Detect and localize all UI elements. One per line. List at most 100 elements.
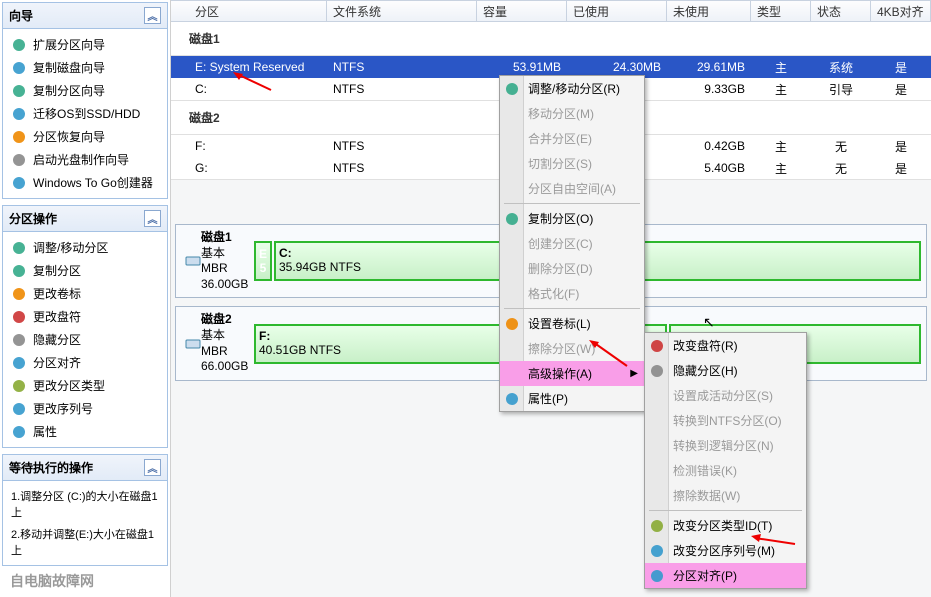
menu-item[interactable]: 分区对齐(P) [645, 563, 806, 588]
copy-disk-icon [11, 60, 27, 76]
partops-panel-header[interactable]: 分区操作 ︽ [3, 206, 167, 232]
context-menu: 调整/移动分区(R)移动分区(M)合并分区(E)切割分区(S)分区自由空间(A)… [499, 75, 645, 412]
sidebar-item-label: 属性 [33, 423, 57, 440]
col-status[interactable]: 状态 [811, 1, 871, 21]
align-icon [649, 568, 665, 584]
disk1-size: 36.00GB [201, 277, 248, 293]
wizard-panel-header[interactable]: 向导 ︽ [3, 3, 167, 29]
sidebar-item-label: 复制分区 [33, 262, 81, 279]
col-fs[interactable]: 文件系统 [327, 1, 477, 21]
pending-panel-header[interactable]: 等待执行的操作 ︽ [3, 455, 167, 481]
sidebar-item[interactable]: 隐藏分区 [5, 328, 165, 351]
sidebar-item[interactable]: 启动光盘制作向导 [5, 148, 165, 171]
letter-icon [649, 338, 665, 354]
cell-type: 主 [751, 160, 811, 177]
hide-icon [649, 363, 665, 379]
segment-e[interactable]: E 5 [254, 241, 272, 281]
align-icon [11, 355, 27, 371]
label-icon [11, 286, 27, 302]
menu-item[interactable]: 改变分区序列号(M) [645, 538, 806, 563]
prop-icon [11, 424, 27, 440]
main-area: 分区 文件系统 容量 已使用 未使用 类型 状态 4KB对齐 磁盘1 E: Sy… [171, 0, 931, 597]
pending-panel: 等待执行的操作 ︽ 1.调整分区 (C:)的大小在磁盘1上2.移动并调整(E:)… [2, 454, 168, 566]
sidebar-item[interactable]: 更改卷标 [5, 282, 165, 305]
sidebar-item-label: 更改序列号 [33, 400, 93, 417]
sidebar: 向导 ︽ 扩展分区向导 复制磁盘向导 复制分区向导 迁移OS到SSD/HDD 分… [0, 0, 171, 597]
menu-item-label: 擦除数据(W) [673, 487, 740, 504]
sidebar-item[interactable]: 复制分区向导 [5, 79, 165, 102]
cell-fs: NTFS [327, 161, 477, 175]
menu-item-label: 设置成活动分区(S) [673, 387, 773, 404]
menu-item[interactable]: 改变分区类型ID(T) [645, 513, 806, 538]
menu-item-label: 复制分区(O) [528, 210, 593, 227]
sidebar-item[interactable]: 迁移OS到SSD/HDD [5, 102, 165, 125]
submenu-arrow-icon: ▶ [630, 368, 638, 379]
menu-item-label: 属性(P) [528, 390, 568, 407]
menu-item-label: 格式化(F) [528, 285, 579, 302]
menu-item-label: 删除分区(D) [528, 260, 593, 277]
menu-item[interactable]: 高级操作(A)▶ [500, 361, 644, 386]
sidebar-item[interactable]: 复制分区 [5, 259, 165, 282]
sidebar-item-label: 分区恢复向导 [33, 128, 105, 145]
cell-status: 引导 [811, 81, 871, 98]
menu-item[interactable]: 隐藏分区(H) [645, 358, 806, 383]
type-icon [649, 518, 665, 534]
migrate-icon [11, 106, 27, 122]
menu-item: 切割分区(S) [500, 151, 644, 176]
sidebar-item[interactable]: Windows To Go创建器 [5, 171, 165, 194]
cell-used: 24.30MB [567, 60, 667, 74]
col-used[interactable]: 已使用 [567, 1, 667, 21]
menu-item-label: 设置卷标(L) [528, 315, 591, 332]
sidebar-item-label: 复制分区向导 [33, 82, 105, 99]
menu-item[interactable]: 属性(P) [500, 386, 644, 411]
menu-item: 移动分区(M) [500, 101, 644, 126]
disk-icon [185, 253, 201, 269]
pending-item: 1.调整分区 (C:)的大小在磁盘1上 [5, 485, 165, 523]
sidebar-item-label: 复制磁盘向导 [33, 59, 105, 76]
serial-icon [649, 543, 665, 559]
sidebar-item-label: 更改卷标 [33, 285, 81, 302]
sidebar-item[interactable]: 复制磁盘向导 [5, 56, 165, 79]
col-align[interactable]: 4KB对齐 [871, 1, 931, 21]
menu-separator [504, 203, 640, 204]
sidebar-item[interactable]: 更改分区类型 [5, 374, 165, 397]
col-partition[interactable]: 分区 [171, 1, 327, 21]
menu-item[interactable]: 复制分区(O) [500, 206, 644, 231]
col-type[interactable]: 类型 [751, 1, 811, 21]
menu-item[interactable]: 改变盘符(R) [645, 333, 806, 358]
sidebar-item-label: 隐藏分区 [33, 331, 81, 348]
disk1-name: 磁盘1 [201, 230, 248, 246]
menu-item[interactable]: 调整/移动分区(R) [500, 76, 644, 101]
type-icon [11, 378, 27, 394]
cell-cap: 53.91MB [477, 60, 567, 74]
cell-fs: NTFS [327, 60, 477, 74]
sidebar-item[interactable]: 扩展分区向导 [5, 33, 165, 56]
sidebar-item[interactable]: 调整/移动分区 [5, 236, 165, 259]
sidebar-item[interactable]: 更改盘符 [5, 305, 165, 328]
disk2-size: 66.00GB [201, 359, 248, 375]
sidebar-item[interactable]: 属性 [5, 420, 165, 443]
col-free[interactable]: 未使用 [667, 1, 751, 21]
sidebar-item[interactable]: 分区对齐 [5, 351, 165, 374]
table-header: 分区 文件系统 容量 已使用 未使用 类型 状态 4KB对齐 [171, 0, 931, 22]
sidebar-item-label: 更改分区类型 [33, 377, 105, 394]
menu-item: 设置成活动分区(S) [645, 383, 806, 408]
menu-item-label: 改变盘符(R) [673, 337, 738, 354]
menu-item-label: 创建分区(C) [528, 235, 593, 252]
pending-title: 等待执行的操作 [9, 459, 93, 476]
wizard-panel: 向导 ︽ 扩展分区向导 复制磁盘向导 复制分区向导 迁移OS到SSD/HDD 分… [2, 2, 168, 199]
cell-partition: E: System Reserved [171, 60, 327, 74]
menu-separator [504, 308, 640, 309]
label-icon [504, 316, 520, 332]
sidebar-item[interactable]: 更改序列号 [5, 397, 165, 420]
wtg-icon [11, 175, 27, 191]
cell-align: 是 [871, 59, 931, 76]
menu-item[interactable]: 设置卷标(L) [500, 311, 644, 336]
sidebar-item[interactable]: 分区恢复向导 [5, 125, 165, 148]
cell-partition: G: [171, 161, 327, 175]
menu-item: 创建分区(C) [500, 231, 644, 256]
sidebar-item-label: 更改盘符 [33, 308, 81, 325]
col-cap[interactable]: 容量 [477, 1, 567, 21]
chevron-up-icon: ︽ [144, 7, 161, 24]
menu-item: 检测错误(K) [645, 458, 806, 483]
